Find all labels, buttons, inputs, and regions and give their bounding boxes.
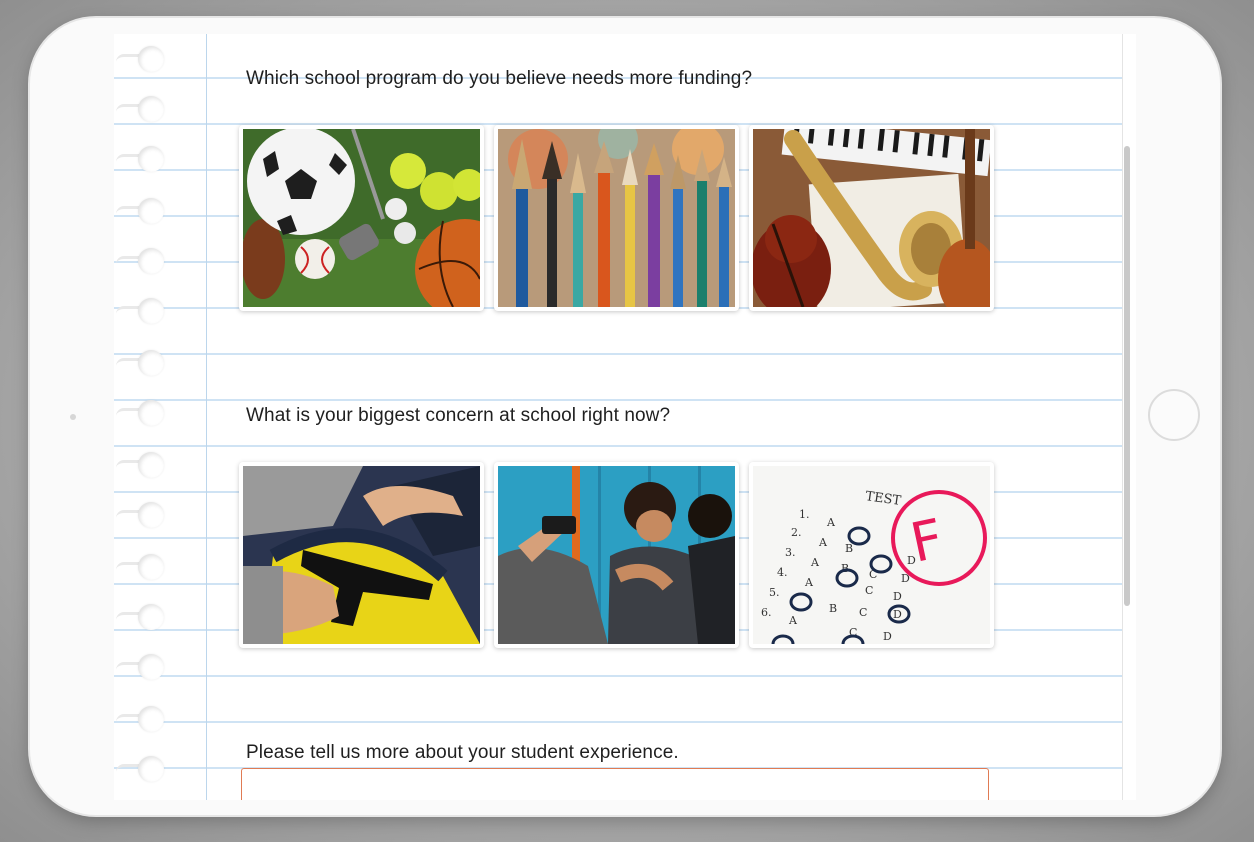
scrollbar-thumb[interactable] <box>1124 146 1130 606</box>
spiral-ring <box>116 600 164 634</box>
svg-text:B: B <box>845 542 853 555</box>
svg-text:C: C <box>859 606 867 619</box>
svg-text:D: D <box>893 590 902 603</box>
margin-line <box>206 34 207 800</box>
spiral-ring <box>116 448 164 482</box>
spiral-ring <box>116 42 164 76</box>
q1-option-music[interactable] <box>749 125 994 311</box>
svg-text:D: D <box>893 608 902 621</box>
spiral-ring <box>116 244 164 278</box>
failing-test-image: TEST 1. A 2. A B 3. A B C 4. A C D 5. B C D 6. A C D DD <box>753 466 990 644</box>
svg-text:A: A <box>788 614 798 627</box>
spiral-ring <box>116 550 164 584</box>
svg-text:2.: 2. <box>791 526 802 539</box>
svg-text:B: B <box>829 602 837 615</box>
spiral-ring <box>116 498 164 532</box>
camera-dot <box>70 414 76 420</box>
musical-instruments-image <box>753 129 990 307</box>
spiral-ring <box>116 396 164 430</box>
spiral-ring <box>116 752 164 786</box>
question-1-text: Which school program do you believe need… <box>246 68 753 89</box>
gun-in-backpack-image <box>243 466 480 644</box>
notebook-paper: Which school program do you believe need… <box>114 34 1123 800</box>
spiral-ring <box>116 702 164 736</box>
spiral-ring <box>116 650 164 684</box>
experience-textarea[interactable] <box>241 768 989 800</box>
spiral-ring <box>116 346 164 380</box>
svg-text:B: B <box>841 562 849 575</box>
svg-text:A: A <box>826 516 836 529</box>
svg-text:4.: 4. <box>777 566 788 579</box>
svg-text:3.: 3. <box>785 546 796 559</box>
question-3-text: Please tell us more about your student e… <box>246 742 679 763</box>
question-2-text: What is your biggest concern at school r… <box>246 405 671 426</box>
svg-text:A: A <box>804 576 814 589</box>
q2-option-bullying[interactable] <box>494 462 739 648</box>
sports-equipment-image <box>243 129 480 307</box>
q1-option-sports[interactable] <box>239 125 484 311</box>
survey-screen: Which school program do you believe need… <box>114 34 1136 800</box>
spiral-ring <box>116 294 164 328</box>
svg-text:A: A <box>810 556 820 569</box>
q2-option-grades[interactable]: TEST 1. A 2. A B 3. A B C 4. A C D 5. B C D 6. A C D DD <box>749 462 994 648</box>
q1-option-art[interactable] <box>494 125 739 311</box>
tablet-frame: Which school program do you believe need… <box>30 18 1220 815</box>
svg-text:6.: 6. <box>761 606 772 619</box>
svg-text:D: D <box>883 630 892 643</box>
svg-text:5.: 5. <box>769 586 780 599</box>
svg-text:C: C <box>865 584 873 597</box>
spiral-ring <box>116 142 164 176</box>
q2-option-violence[interactable] <box>239 462 484 648</box>
svg-text:1.: 1. <box>799 508 810 521</box>
home-button[interactable] <box>1148 389 1200 441</box>
bullying-image <box>498 466 735 644</box>
svg-text:A: A <box>818 536 828 549</box>
spiral-ring <box>116 194 164 228</box>
spiral-ring <box>116 92 164 126</box>
paintbrushes-image <box>498 129 735 307</box>
